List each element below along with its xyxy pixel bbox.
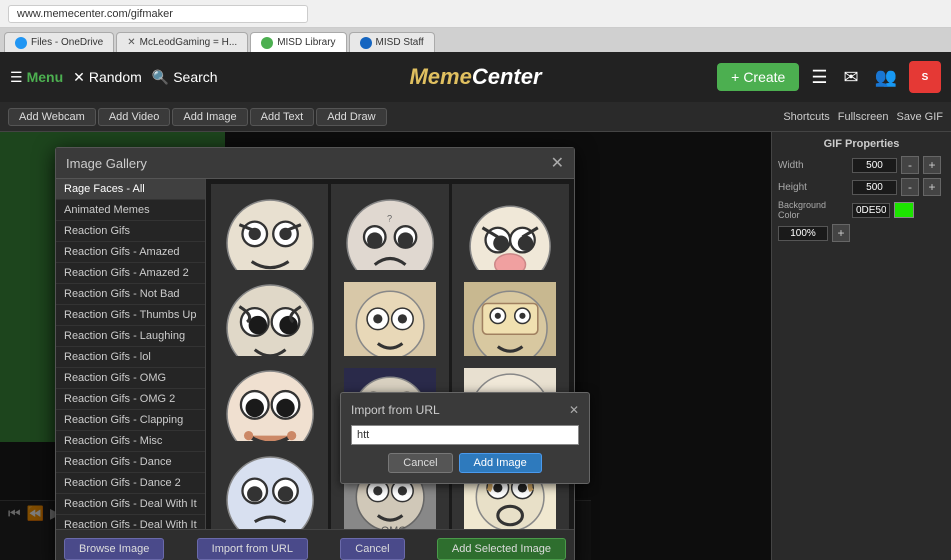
width-row: Width - + — [778, 156, 945, 174]
sidebar-item-misc[interactable]: Reaction Gifs - Misc — [56, 431, 205, 452]
sidebar-item-amazed[interactable]: Reaction Gifs - Amazed — [56, 242, 205, 263]
sidebar-item-dance[interactable]: Reaction Gifs - Dance — [56, 452, 205, 473]
gallery-close-button[interactable]: ✕ — [551, 153, 564, 173]
canvas-area: ⏮ ⏪ ▶ ⏩ ⏭ Text Field (0) Image Gallery ✕… — [0, 132, 771, 560]
img-thumb-10[interactable] — [211, 441, 328, 529]
fullscreen-label: Fullscreen — [838, 111, 889, 123]
mail-icon-button[interactable]: ✉ — [839, 63, 862, 92]
gallery-cancel-button[interactable]: Cancel — [340, 538, 404, 560]
height-plus-button[interactable]: + — [923, 178, 941, 196]
top-nav: ☰ Menu ✕ Random 🔍 Search MemeCenter + Cr… — [0, 52, 951, 102]
url-dialog-close[interactable]: ✕ — [569, 403, 579, 417]
add-video-button[interactable]: Add Video — [98, 108, 171, 126]
sidebar-item-thumbsup[interactable]: Reaction Gifs - Thumbs Up — [56, 305, 205, 326]
url-dialog-header: Import from URL ✕ — [351, 403, 579, 417]
main-area: ⏮ ⏪ ▶ ⏩ ⏭ Text Field (0) Image Gallery ✕… — [0, 132, 951, 560]
url-cancel-button[interactable]: Cancel — [388, 453, 452, 473]
sidebar-item-animated[interactable]: Animated Memes — [56, 200, 205, 221]
nav-right: + Create ☰ ✉ 👥 S — [717, 61, 941, 93]
sidebar-item-dealwith[interactable]: Reaction Gifs - Deal With It — [56, 494, 205, 515]
shortcuts-label: Shortcuts — [783, 111, 829, 123]
random-label: Random — [89, 69, 142, 85]
sidebar-item-omg[interactable]: Reaction Gifs - OMG — [56, 368, 205, 389]
sidebar-item-amazed2[interactable]: Reaction Gifs - Amazed 2 — [56, 263, 205, 284]
menu-label: Menu — [27, 69, 64, 85]
import-url-button[interactable]: Import from URL — [197, 538, 308, 560]
percent-input[interactable] — [778, 226, 828, 241]
url-add-button[interactable]: Add Image — [459, 453, 542, 473]
height-minus-button[interactable]: - — [901, 178, 919, 196]
url-input[interactable] — [351, 425, 579, 445]
tab-mcleod[interactable]: ✕ McLeodGaming = H... — [116, 32, 248, 52]
url-dialog: Import from URL ✕ Cancel Add Image — [340, 392, 590, 484]
sidebar-item-omg2[interactable]: Reaction Gifs - OMG 2 — [56, 389, 205, 410]
add-text-button[interactable]: Add Text — [250, 108, 315, 126]
url-dialog-title-text: Import from URL — [351, 403, 440, 417]
sidebar-item-dance2[interactable]: Reaction Gifs - Dance 2 — [56, 473, 205, 494]
width-input[interactable] — [852, 158, 897, 173]
width-label: Width — [778, 160, 848, 171]
sidebar-item-rage-all[interactable]: Rage Faces - All — [56, 179, 205, 200]
avatar[interactable]: S — [909, 61, 941, 93]
svg-text:?: ? — [387, 213, 392, 223]
search-label: Search — [173, 69, 217, 85]
sidebar-item-clapping[interactable]: Reaction Gifs - Clapping — [56, 410, 205, 431]
tab-misd-lib[interactable]: MISD Library — [250, 32, 346, 52]
gallery-header: Image Gallery ✕ — [56, 148, 574, 179]
save-gif-label: Save GIF — [897, 111, 943, 123]
bgcolor-row: Background Color — [778, 200, 945, 220]
sidebar-item-notbad[interactable]: Reaction Gifs - Not Bad — [56, 284, 205, 305]
percent-row: + — [778, 224, 945, 242]
percent-plus-button[interactable]: + — [832, 224, 850, 242]
gallery-modal: Image Gallery ✕ Rage Faces - All Animate… — [55, 147, 575, 560]
svg-text:OMG: OMG — [381, 525, 407, 529]
browser-bar: www.memecenter.com/gifmaker — [0, 0, 951, 28]
sidebar-item-lol[interactable]: Reaction Gifs - lol — [56, 347, 205, 368]
tab-misd-staff[interactable]: MISD Staff — [349, 32, 435, 52]
logo: MemeCenter — [409, 64, 541, 90]
url-dialog-buttons: Cancel Add Image — [351, 453, 579, 473]
bgcolor-label: Background Color — [778, 200, 848, 220]
tab-onedrive[interactable]: Files - OneDrive — [4, 32, 114, 52]
height-input[interactable] — [852, 180, 897, 195]
height-row: Height - + — [778, 178, 945, 196]
color-swatch[interactable] — [894, 202, 914, 218]
height-label: Height — [778, 182, 848, 193]
add-selected-image-button[interactable]: Add Selected Image — [437, 538, 566, 560]
search-icon: 🔍 — [152, 69, 169, 86]
sidebar-item-reaction-gifs[interactable]: Reaction Gifs — [56, 221, 205, 242]
add-draw-button[interactable]: Add Draw — [316, 108, 386, 126]
right-panel: GIF Properties Width - + Height - + Back… — [771, 132, 951, 560]
random-icon: ✕ — [73, 69, 85, 86]
add-webcam-button[interactable]: Add Webcam — [8, 108, 96, 126]
random-button[interactable]: ✕ Random — [73, 69, 142, 86]
width-plus-button[interactable]: + — [923, 156, 941, 174]
width-minus-button[interactable]: - — [901, 156, 919, 174]
bgcolor-input[interactable] — [852, 203, 890, 218]
sidebar-item-laughing[interactable]: Reaction Gifs - Laughing — [56, 326, 205, 347]
browse-image-button[interactable]: Browse Image — [64, 538, 164, 560]
shortcuts-button[interactable]: ☰ — [807, 63, 831, 92]
menu-button[interactable]: ☰ Menu — [10, 69, 63, 86]
gallery-title: Image Gallery — [66, 156, 147, 171]
gallery-footer: Browse Image Import from URL Cancel Add … — [56, 529, 574, 560]
hamburger-icon: ☰ — [10, 69, 23, 86]
browser-tabs: Files - OneDrive ✕ McLeodGaming = H... M… — [0, 28, 951, 52]
add-image-button[interactable]: Add Image — [172, 108, 247, 126]
create-button[interactable]: + Create — [717, 63, 799, 91]
toolbar: Add Webcam Add Video Add Image Add Text … — [0, 102, 951, 132]
sidebar-item-dealwith2[interactable]: Reaction Gifs - Deal With It 2 — [56, 515, 205, 529]
users-icon-button[interactable]: 👥 — [871, 63, 901, 92]
gallery-sidebar: Rage Faces - All Animated Memes Reaction… — [56, 179, 206, 529]
plus-icon: + — [731, 69, 739, 85]
panel-title: GIF Properties — [778, 138, 945, 150]
search-button[interactable]: 🔍 Search — [152, 69, 218, 86]
browser-url: www.memecenter.com/gifmaker — [8, 5, 308, 23]
